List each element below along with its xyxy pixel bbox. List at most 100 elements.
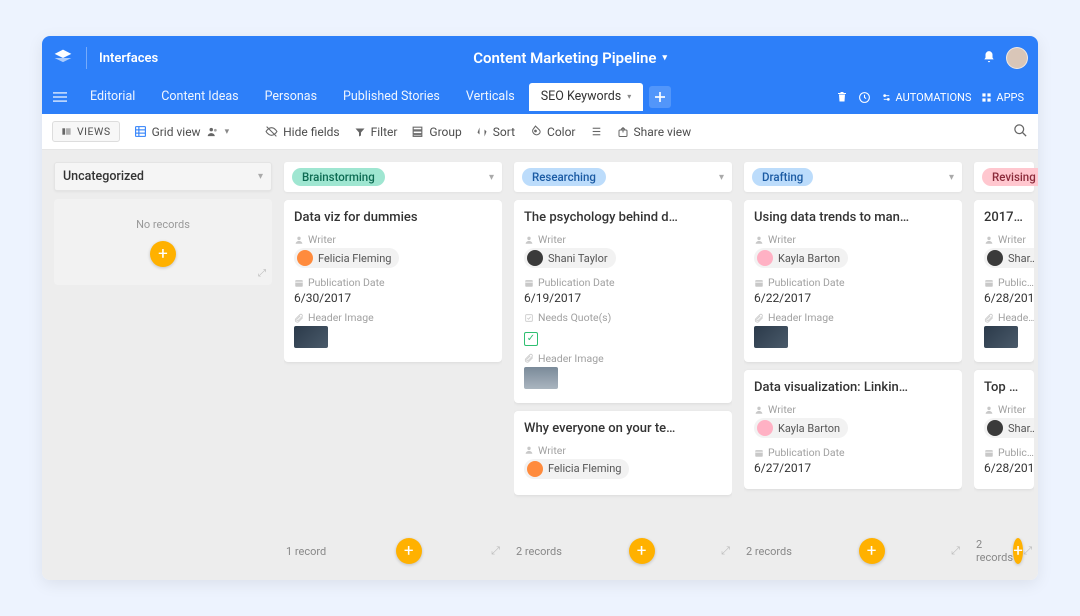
expand-icon[interactable]: ⤢ — [951, 544, 960, 558]
column-header[interactable]: Drafting ▾ — [744, 162, 962, 192]
add-record-button[interactable]: + — [859, 538, 885, 564]
status-pill: Drafting — [752, 168, 813, 186]
publication-date: 6/28/201… — [984, 461, 1024, 475]
person-icon — [754, 405, 764, 415]
bell-icon[interactable] — [982, 49, 996, 68]
chevron-down-icon[interactable]: ▾ — [258, 171, 263, 182]
column-body[interactable]: The psychology behind d…WriterShani Tayl… — [514, 200, 732, 534]
column-body[interactable]: No records+⤢ — [54, 199, 272, 568]
filter-button[interactable]: Filter — [354, 125, 398, 139]
add-tab-button[interactable] — [649, 86, 671, 108]
attachment-icon — [754, 313, 764, 323]
header-image-thumbnail[interactable] — [524, 367, 558, 389]
expand-icon[interactable]: ⤢ — [258, 268, 266, 279]
chevron-down-icon[interactable]: ▾ — [949, 172, 954, 183]
gridview-button[interactable]: Grid view ▾ — [134, 125, 230, 139]
status-pill: Researching — [522, 168, 606, 186]
record-count: 1 record — [286, 545, 326, 558]
apps-button[interactable]: APPS — [981, 91, 1024, 104]
attachment-icon — [524, 353, 534, 363]
avatar — [297, 250, 313, 266]
header-image-thumbnail[interactable] — [754, 326, 788, 348]
column-body[interactable]: Data viz for dummiesWriterFelicia Flemin… — [284, 200, 502, 534]
tabsbar: EditorialContent IdeasPersonasPublished … — [42, 80, 1038, 114]
writer-chip[interactable]: Felicia Fleming — [294, 248, 399, 268]
trash-icon[interactable] — [836, 91, 848, 103]
card-title: Using data trends to man… — [754, 210, 952, 225]
avatar — [757, 420, 773, 436]
toolbar: VIEWS Grid view ▾ Hide fields Filter Gro… — [42, 114, 1038, 150]
header-image-thumbnail[interactable] — [294, 326, 328, 348]
needs-quotes-checkbox[interactable]: ✓ — [524, 332, 538, 346]
column-researching: Researching ▾ The psychology behind d…Writ… — [514, 162, 732, 568]
calendar-icon — [754, 448, 764, 458]
record-card[interactable]: 2017 to…WriterShar…Public…6/28/201…Heade… — [974, 200, 1034, 362]
status-pill: Revising — [982, 168, 1038, 186]
tab-content-ideas[interactable]: Content Ideas — [149, 83, 250, 111]
writer-chip[interactable]: Kayla Barton — [754, 248, 848, 268]
column-header[interactable]: Researching ▾ — [514, 162, 732, 192]
column-body[interactable]: 2017 to…WriterShar…Public…6/28/201…Heade… — [974, 200, 1034, 534]
avatar[interactable] — [1006, 47, 1028, 69]
writer-chip[interactable]: Kayla Barton — [754, 418, 848, 438]
chevron-down-icon[interactable]: ▾ — [489, 172, 494, 183]
kanban-board[interactable]: Uncategorized▾No records+⤢Brainstorming▾… — [42, 150, 1038, 580]
sort-button[interactable]: Sort — [476, 125, 515, 139]
avatar — [757, 250, 773, 266]
workspace-name[interactable]: Interfaces — [99, 51, 158, 66]
writer-chip[interactable]: Shani Taylor — [524, 248, 616, 268]
group-button[interactable]: Group — [411, 125, 461, 139]
record-count: 2 records — [746, 545, 792, 558]
tab-verticals[interactable]: Verticals — [454, 83, 527, 111]
card-title: Data visualization: Linkin… — [754, 380, 952, 395]
record-card[interactable]: Why everyone on your te…WriterFelicia Fl… — [514, 411, 732, 495]
column-header[interactable]: Revising▾ — [974, 162, 1034, 192]
publication-date: 6/22/2017 — [754, 291, 952, 305]
tab-published-stories[interactable]: Published Stories — [331, 83, 452, 111]
avatar — [987, 250, 1003, 266]
expand-icon[interactable]: ⤢ — [491, 544, 500, 558]
person-icon — [524, 445, 534, 455]
add-record-button[interactable]: + — [150, 241, 176, 267]
add-record-button[interactable]: + — [1013, 538, 1023, 564]
writer-chip[interactable]: Shar… — [984, 248, 1034, 268]
column-body[interactable]: Using data trends to man…WriterKayla Bar… — [744, 200, 962, 534]
chevron-down-icon[interactable]: ▾ — [719, 172, 724, 183]
history-icon[interactable] — [858, 91, 871, 104]
share-view-button[interactable]: Share view — [617, 125, 692, 139]
expand-icon[interactable]: ⤢ — [1023, 544, 1032, 558]
record-card[interactable]: Data visualization: Linkin…WriterKayla B… — [744, 370, 962, 489]
automations-button[interactable]: AUTOMATIONS — [881, 91, 972, 104]
tab-personas[interactable]: Personas — [253, 83, 329, 111]
status-pill: Brainstorming — [292, 168, 385, 186]
column-header[interactable]: Uncategorized ▾ — [54, 162, 272, 191]
column-uncategorized: Uncategorized▾No records+⤢ — [54, 162, 272, 568]
hide-fields-button[interactable]: Hide fields — [265, 125, 339, 139]
rowheight-button[interactable] — [590, 125, 603, 138]
color-button[interactable]: Color — [529, 125, 575, 139]
tab-editorial[interactable]: Editorial — [78, 83, 147, 111]
column-header[interactable]: Brainstorming ▾ — [284, 162, 502, 192]
record-card[interactable]: Top 10…WriterShar…Public…6/28/201… — [974, 370, 1034, 489]
search-icon[interactable] — [1013, 123, 1028, 141]
card-title: 2017 to… — [984, 210, 1024, 225]
add-record-button[interactable]: + — [396, 538, 422, 564]
record-card[interactable]: The psychology behind d…WriterShani Tayl… — [514, 200, 732, 403]
calendar-icon — [294, 278, 304, 288]
writer-chip[interactable]: Felicia Fleming — [524, 459, 629, 479]
add-record-button[interactable]: + — [629, 538, 655, 564]
record-card[interactable]: Using data trends to man…WriterKayla Bar… — [744, 200, 962, 362]
views-button[interactable]: VIEWS — [52, 121, 120, 142]
hamburger-icon[interactable] — [46, 83, 74, 111]
record-card[interactable]: Data viz for dummiesWriterFelicia Flemin… — [284, 200, 502, 362]
avatar — [527, 461, 543, 477]
page-title[interactable]: Content Marketing Pipeline ▾ — [170, 49, 970, 67]
column-footer: 1 record + ⤢ — [284, 534, 502, 568]
logo-icon[interactable] — [52, 47, 74, 69]
expand-icon[interactable]: ⤢ — [721, 544, 730, 558]
chevron-down-icon: ▾ — [662, 53, 667, 63]
header-image-thumbnail[interactable] — [984, 326, 1018, 348]
column-title: Uncategorized — [63, 169, 144, 184]
writer-chip[interactable]: Shar… — [984, 418, 1034, 438]
tab-seo-keywords[interactable]: SEO Keywords▾ — [529, 83, 644, 111]
